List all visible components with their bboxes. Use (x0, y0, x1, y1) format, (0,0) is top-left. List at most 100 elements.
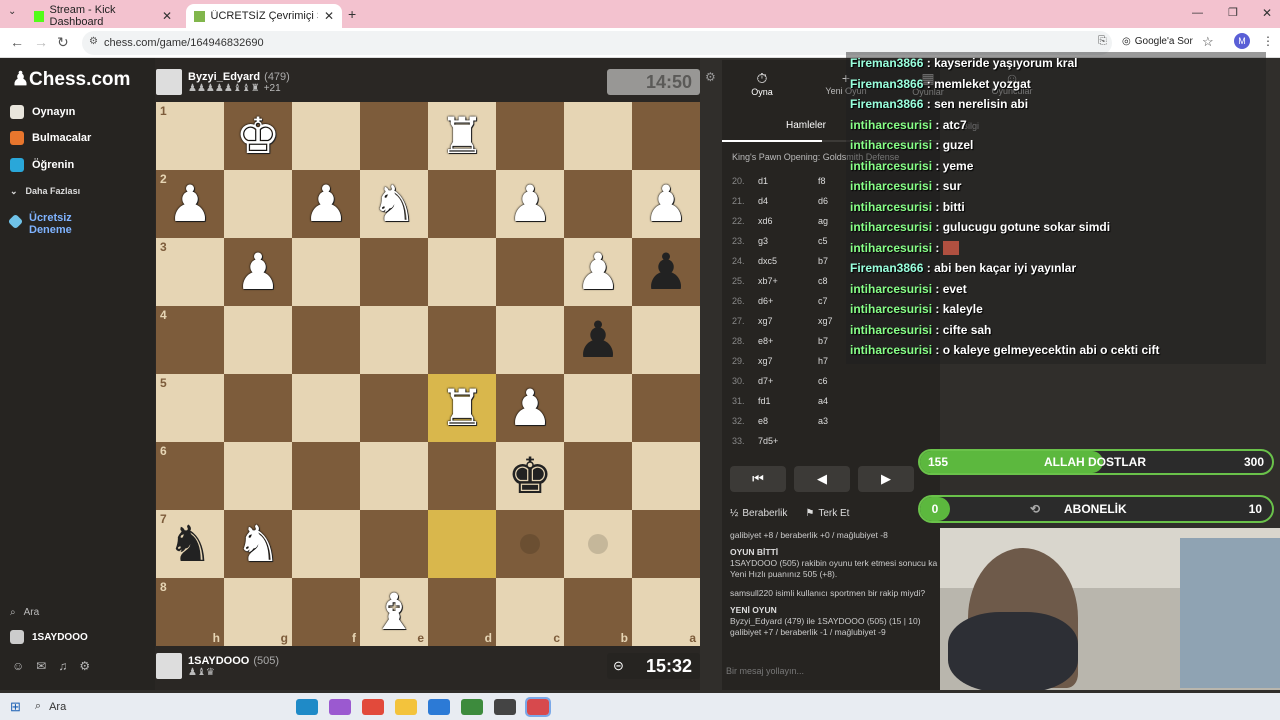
white-move[interactable]: fd1 (758, 396, 818, 416)
task-view-icon[interactable] (263, 699, 285, 715)
board-square[interactable]: ♜ (428, 374, 496, 442)
black-knight-piece[interactable]: ♞ (168, 519, 213, 569)
black-move[interactable]: h7 (818, 356, 828, 376)
black-move[interactable]: ag (818, 216, 828, 236)
black-pawn-piece[interactable]: ♟ (576, 315, 621, 365)
white-pawn-piece[interactable]: ♟ (236, 247, 281, 297)
resign-button[interactable]: ⚑ Terk Et (805, 508, 849, 519)
messages-icon[interactable]: ✉ (36, 659, 46, 673)
board-square[interactable]: ♚ (496, 442, 564, 510)
board-square[interactable] (632, 510, 700, 578)
menu-kebab-icon[interactable]: ⋮ (1262, 34, 1274, 48)
white-pawn-piece[interactable]: ♟ (576, 247, 621, 297)
bookmark-star-icon[interactable]: ☆ (1202, 34, 1214, 50)
board-square[interactable] (496, 306, 564, 374)
chess-board[interactable]: 1 ♚ ♜ 2 ♟ ♟ ♞ ♟ ♟ 3 ♟ ♟ ♟ 4 ♟ 5 ♜ ♟ 6 ♚ 7 ♞ ♞ 8 h g f e ♝ d c b a (156, 102, 700, 646)
white-rook-piece[interactable]: ♜ (440, 111, 485, 161)
white-move[interactable]: d6+ (758, 296, 818, 316)
board-square[interactable] (428, 306, 496, 374)
board-square[interactable]: ♟ (292, 170, 360, 238)
white-move[interactable]: d7+ (758, 376, 818, 396)
black-move[interactable]: c6 (818, 376, 828, 396)
board-square[interactable] (292, 238, 360, 306)
draw-button[interactable]: ½ Beraberlik (730, 508, 787, 519)
board-square[interactable] (224, 306, 292, 374)
maximize-icon[interactable]: ❐ (1228, 6, 1238, 19)
board-square[interactable]: ♞ (360, 170, 428, 238)
board-square[interactable]: 3 (156, 238, 224, 306)
board-square[interactable]: g (224, 578, 292, 646)
board-square[interactable] (564, 374, 632, 442)
board-square[interactable] (292, 442, 360, 510)
black-move[interactable]: a3 (818, 416, 828, 436)
profile-avatar[interactable]: M (1234, 33, 1250, 49)
reload-icon[interactable]: ↻ (57, 34, 69, 51)
black-move[interactable]: b7 (818, 256, 828, 276)
board-square[interactable] (360, 442, 428, 510)
board-square[interactable]: ♟ (496, 374, 564, 442)
board-square[interactable] (632, 442, 700, 510)
chat-input[interactable]: Bir mesaj yollayın... (726, 660, 936, 682)
prev-move-button[interactable]: ◀ (794, 466, 850, 492)
white-move[interactable]: dxc5 (758, 256, 818, 276)
site-info-icon[interactable]: ⚙ (89, 36, 98, 47)
black-move[interactable]: b7 (818, 336, 828, 356)
notifications-icon[interactable]: ♫ (58, 659, 67, 673)
board-square[interactable]: ♟ (224, 238, 292, 306)
board-square[interactable] (428, 238, 496, 306)
new-tab-icon[interactable]: + (348, 6, 356, 22)
black-move[interactable]: a4 (818, 396, 828, 416)
black-pawn-piece[interactable]: ♟ (644, 247, 689, 297)
white-move[interactable]: e8+ (758, 336, 818, 356)
board-square[interactable]: a (632, 578, 700, 646)
board-square[interactable]: b (564, 578, 632, 646)
white-move[interactable]: e8 (758, 416, 818, 436)
white-move[interactable]: xg7 (758, 356, 818, 376)
board-square[interactable] (360, 306, 428, 374)
board-square[interactable] (428, 442, 496, 510)
board-square[interactable] (632, 102, 700, 170)
board-square[interactable]: 5 (156, 374, 224, 442)
board-square[interactable]: d (428, 578, 496, 646)
white-king-piece[interactable]: ♚ (236, 111, 281, 161)
white-rook-piece[interactable]: ♜ (440, 383, 485, 433)
board-square[interactable]: ♟ (564, 306, 632, 374)
board-square[interactable]: ♞ (224, 510, 292, 578)
board-square[interactable]: 6 (156, 442, 224, 510)
board-square[interactable]: ♟ (632, 170, 700, 238)
white-pawn-piece[interactable]: ♟ (644, 179, 689, 229)
board-square[interactable] (292, 306, 360, 374)
white-bishop-piece[interactable]: ♝ (372, 587, 417, 637)
board-square[interactable]: c (496, 578, 564, 646)
board-square[interactable] (360, 374, 428, 442)
back-icon[interactable]: ← (10, 34, 24, 50)
mail-icon[interactable] (427, 698, 450, 715)
white-pawn-piece[interactable]: ♟ (508, 179, 553, 229)
first-move-button[interactable]: ⏮ (730, 466, 786, 492)
white-move[interactable]: xg7 (758, 316, 818, 336)
white-move[interactable]: g3 (758, 236, 818, 256)
windows-start-icon[interactable]: ⊞ (10, 699, 21, 715)
avatar[interactable] (156, 653, 182, 679)
board-square[interactable] (428, 510, 496, 578)
tab-play[interactable]: ⏱ Oyna (732, 70, 792, 97)
white-move[interactable]: d4 (758, 196, 818, 216)
black-move[interactable]: c5 (818, 236, 828, 256)
next-move-button[interactable]: ▶ (858, 466, 914, 492)
board-square[interactable]: 8h (156, 578, 224, 646)
board-square[interactable] (224, 170, 292, 238)
board-square[interactable]: ♟ (496, 170, 564, 238)
edge-icon[interactable] (295, 698, 318, 715)
sidebar-item-more[interactable]: ⌄ Daha Fazlası (10, 181, 80, 201)
white-move[interactable]: d1 (758, 176, 818, 196)
board-square[interactable] (360, 102, 428, 170)
board-square[interactable]: 4 (156, 306, 224, 374)
board-square[interactable] (564, 510, 632, 578)
top-player-name[interactable]: Byzyi_Edyard (188, 71, 260, 83)
white-knight-piece[interactable]: ♞ (372, 179, 417, 229)
sidebar-item-play[interactable]: Oynayın (10, 102, 75, 122)
board-square[interactable] (292, 102, 360, 170)
copilot-icon[interactable] (328, 698, 351, 715)
board-square[interactable] (360, 510, 428, 578)
board-square[interactable]: 7 ♞ (156, 510, 224, 578)
